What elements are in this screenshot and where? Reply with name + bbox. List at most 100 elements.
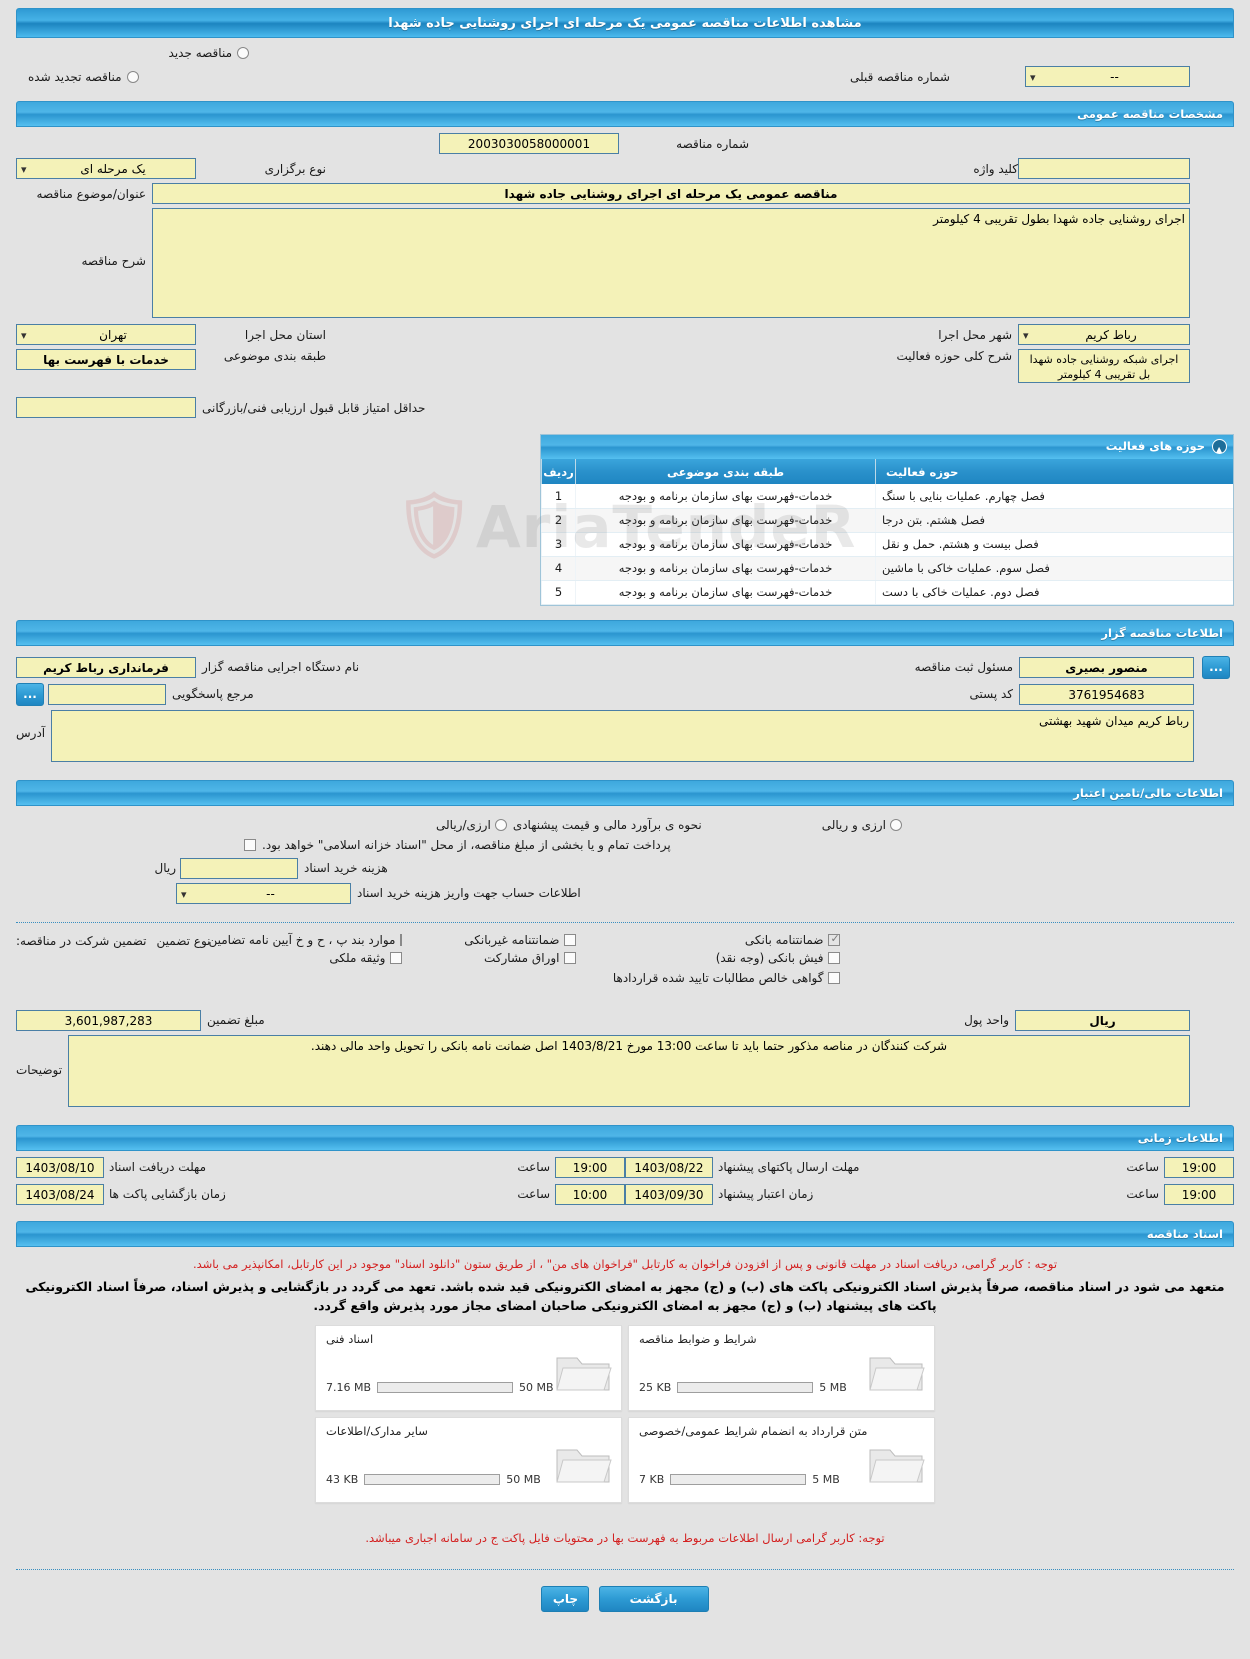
size-meter: 7 KB 5 MB bbox=[639, 1473, 840, 1486]
size-meter: 25 KB 5 MB bbox=[639, 1381, 847, 1394]
timing-time-field[interactable]: 19:00 bbox=[555, 1156, 625, 1178]
checkbox-guarantee-option[interactable] bbox=[400, 933, 403, 946]
attachment-card[interactable]: سایر مدارک/اطلاعات 43 KB 50 MB bbox=[315, 1416, 622, 1503]
timing-row-label: زمان بازگشایی پاکت ها bbox=[109, 1187, 226, 1201]
size-bar bbox=[670, 1473, 807, 1485]
agency-field[interactable]: فرمانداری رباط کریم bbox=[16, 656, 196, 678]
col-domain: حوزه فعالیت bbox=[875, 459, 1233, 484]
label-participation-guarantee: تضمین شرکت در مناقصه: bbox=[16, 933, 147, 948]
size-meter: 7.16 MB 50 MB bbox=[326, 1381, 554, 1394]
label-guarantee-option: فیش بانکی (وجه نقد) bbox=[715, 950, 824, 965]
attachment-limit: 5 MB bbox=[812, 1472, 840, 1486]
cell-row-number: 2 bbox=[541, 508, 576, 533]
tender-description-field[interactable]: اجرای روشنایی جاده شهدا بطول تقریبی 4 کی… bbox=[152, 208, 1190, 318]
guarantee-body: ضمانتنامه بانکی ضمانتنامه غیربانکی موارد ب… bbox=[0, 932, 1250, 1115]
timing-body: 19:00 ساعت مهلت ارسال پاکتهای پیشنهاد 1403/… bbox=[0, 1151, 1250, 1213]
attachment-title: سایر مدارک/اطلاعات bbox=[326, 1423, 428, 1438]
label-new-tender: مناقصه جدید bbox=[168, 46, 232, 60]
timing-time-field[interactable]: 19:00 bbox=[1164, 1183, 1234, 1205]
tender-number-field[interactable]: 2003030058000001 bbox=[439, 133, 619, 154]
checkbox-guarantee-option[interactable] bbox=[564, 933, 577, 946]
province-select[interactable]: تهران bbox=[16, 324, 196, 345]
documents-note-red-2: توجه: کاربر گرامی ارسال اطلاعات مربوط به… bbox=[365, 1530, 885, 1545]
guarantee-amount-field[interactable]: 3,601,987,283 bbox=[16, 1009, 201, 1031]
radio-currency-both[interactable] bbox=[889, 818, 902, 831]
min-score-field[interactable] bbox=[16, 397, 196, 418]
timing-date-field[interactable]: 1403/08/10 bbox=[16, 1156, 104, 1178]
label-keyword: کلید واژه bbox=[973, 161, 1018, 176]
currency-unit-field[interactable]: ریال bbox=[1015, 1009, 1190, 1031]
keyword-field[interactable] bbox=[1018, 158, 1190, 179]
organizer-body: ... منصور بصیری مسئول ثبت مناقصه نام دست… bbox=[0, 646, 1250, 770]
postal-code-field[interactable]: 3761954683 bbox=[1019, 683, 1194, 705]
cell-subject: خدمات-فهرست بهای سازمان برنامه و بودجه bbox=[575, 556, 876, 581]
timing-date-field[interactable]: 1403/08/22 bbox=[625, 1156, 713, 1178]
timing-row: 10:00 ساعت زمان بازگشایی پاکت ها 1403/08/24 bbox=[16, 1183, 625, 1205]
label-doc-cost: هزینه خرید اسناد bbox=[304, 861, 388, 875]
label-province: استان محل اجرا bbox=[244, 327, 326, 342]
label-tender-number: شماره مناقصه bbox=[676, 136, 749, 151]
tender-title-field[interactable]: مناقصه عمومی یک مرحله ای اجرای روشنایی ج… bbox=[152, 183, 1190, 204]
cell-domain: فصل هشتم. بتن درجا bbox=[875, 508, 1233, 533]
section-finance: اطلاعات مالی/تامین اعتبار bbox=[16, 779, 1234, 806]
attachment-size: 7.16 MB bbox=[326, 1380, 372, 1394]
guarantee-notes-field[interactable]: شرکت کنندگان در مناصه مذکور حتما باید تا… bbox=[68, 1034, 1190, 1107]
attachment-card[interactable]: متن قرارداد به انضمام شرایط عمومی/خصوصی 7… bbox=[628, 1416, 935, 1503]
label-contact-reference: مرجع پاسخگویی bbox=[172, 687, 254, 701]
attachment-card[interactable]: اسناد فنی 7.16 MB 50 MB bbox=[315, 1324, 622, 1411]
collapse-icon[interactable] bbox=[1212, 438, 1227, 461]
label-postal-code: کد پستی bbox=[969, 687, 1014, 701]
checkbox-treasury-note[interactable] bbox=[244, 838, 256, 851]
payment-account-select[interactable]: -- bbox=[176, 882, 351, 904]
label-currency-both: ارزی و ریالی bbox=[821, 817, 886, 832]
section-general-specs: مشخصات مناقصه عمومی bbox=[16, 101, 1234, 127]
timing-row-label: زمان اعتبار پیشنهاد bbox=[718, 1187, 814, 1201]
back-button[interactable]: بازگشت bbox=[598, 1585, 709, 1612]
registrar-field[interactable]: منصور بصیری bbox=[1019, 656, 1194, 678]
timing-row: 19:00 ساعت مهلت ارسال پاکتهای پیشنهاد 1403/… bbox=[625, 1156, 1234, 1178]
address-field[interactable]: رباط کریم میدان شهید بهشتی bbox=[51, 709, 1194, 762]
subject-class-field[interactable]: خدمات با فهرست بها bbox=[16, 349, 196, 370]
city-select[interactable]: رباط کریم bbox=[1018, 324, 1190, 345]
contact-reference-field[interactable] bbox=[48, 683, 166, 705]
checkbox-guarantee-option[interactable] bbox=[828, 932, 841, 946]
table-row: فصل چهارم. عملیات بنایی با سنگ خدمات-فهرس… bbox=[541, 484, 1233, 509]
label-city: شهر محل اجرا bbox=[938, 327, 1012, 342]
prev-tender-number-select[interactable]: -- bbox=[1025, 66, 1190, 87]
label-guarantee-option: ضمانتنامه بانکی bbox=[744, 932, 824, 947]
timing-date-field[interactable]: 1403/08/24 bbox=[16, 1183, 104, 1205]
documents-note-red-1: توجه : کاربر گرامی، دریافت اسناد در مهلت… bbox=[192, 1256, 1058, 1271]
timing-row-label: مهلت ارسال پاکتهای پیشنهاد bbox=[718, 1160, 860, 1174]
print-button[interactable]: چاپ bbox=[541, 1585, 590, 1612]
checkbox-guarantee-option[interactable] bbox=[390, 951, 403, 964]
divider-1 bbox=[16, 921, 1234, 923]
checkbox-guarantee-option[interactable] bbox=[828, 951, 841, 964]
timing-time-field[interactable]: 10:00 bbox=[555, 1183, 625, 1205]
cell-row-number: 1 bbox=[541, 484, 576, 509]
attachment-title: اسناد فنی bbox=[326, 1331, 374, 1346]
folder-icon bbox=[869, 1449, 925, 1482]
label-payment-account: اطلاعات حساب جهت واریز هزینه خرید اسناد bbox=[357, 886, 581, 900]
label-agency: نام دستگاه اجرایی مناقصه گزار bbox=[202, 660, 360, 674]
checkbox-guarantee-option[interactable] bbox=[564, 951, 577, 964]
attachment-limit: 50 MB bbox=[506, 1472, 541, 1486]
timing-date-field[interactable]: 1403/09/30 bbox=[625, 1183, 713, 1205]
activity-description-field[interactable]: اجرای شبکه روشنایی جاده شهدا بل تقریبی 4… bbox=[1018, 349, 1190, 383]
checkbox-guarantee-option[interactable] bbox=[828, 972, 841, 984]
label-tender-description: شرح مناقصه bbox=[81, 254, 146, 268]
radio-new-tender[interactable] bbox=[237, 47, 249, 59]
attachment-card[interactable]: شرایط و ضوابط مناقصه 25 KB 5 MB bbox=[628, 1324, 935, 1411]
section-organizer: اطلاعات مناقصه گزار bbox=[16, 619, 1234, 646]
radio-renewed-tender[interactable] bbox=[126, 70, 139, 83]
contact-picker-button[interactable]: ... bbox=[16, 682, 44, 706]
registrar-picker-button[interactable]: ... bbox=[1202, 655, 1230, 679]
tender-type-select[interactable]: یک مرحله ای bbox=[16, 158, 196, 179]
cell-subject: خدمات-فهرست بهای سازمان برنامه و بودجه bbox=[575, 484, 876, 509]
timing-time-field[interactable]: 19:00 bbox=[1164, 1156, 1234, 1178]
doc-cost-field[interactable] bbox=[180, 857, 298, 879]
attachment-limit: 5 MB bbox=[819, 1380, 847, 1394]
cell-subject: خدمات-فهرست بهای سازمان برنامه و بودجه bbox=[575, 508, 876, 533]
label-currency-unit: واحد پول bbox=[964, 1013, 1009, 1027]
folder-icon bbox=[556, 1357, 612, 1390]
radio-currency-rial[interactable] bbox=[494, 818, 507, 831]
